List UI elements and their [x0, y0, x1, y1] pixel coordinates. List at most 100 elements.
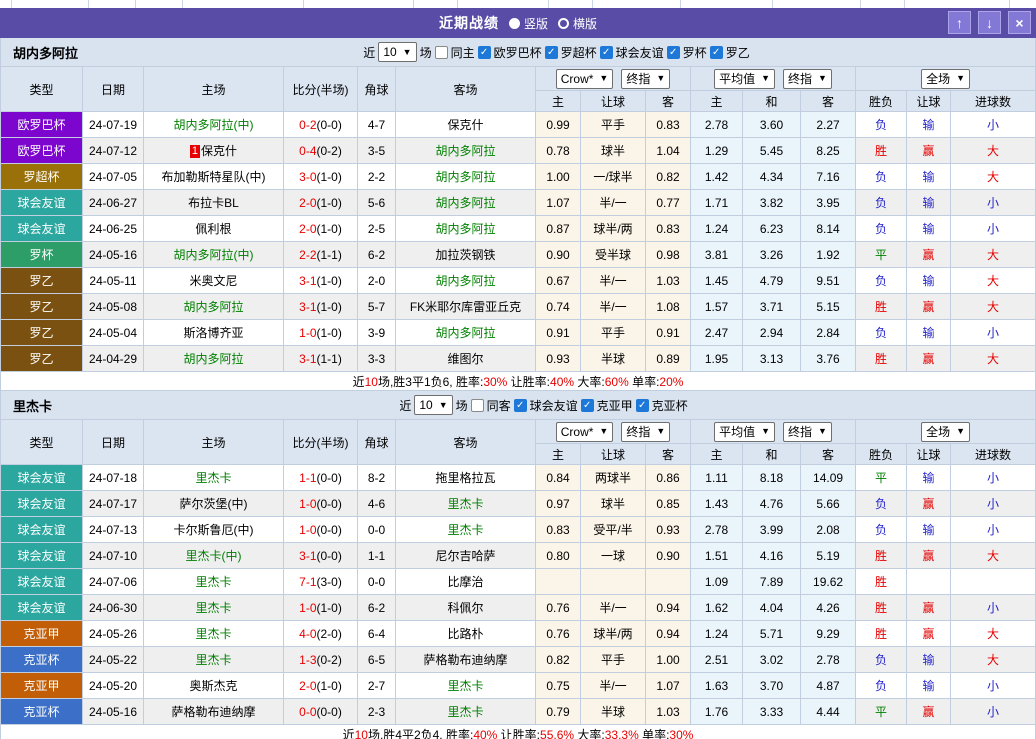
away-team-name[interactable]: 里杰卡	[447, 705, 483, 719]
away-team-name[interactable]: FK米耶尔库雷亚丘克	[410, 300, 521, 314]
league-filter-checkbox[interactable]: ✓	[636, 399, 649, 412]
away-team[interactable]: 里杰卡	[396, 517, 536, 543]
home-team[interactable]: 萨尔茨堡(中)	[144, 491, 284, 517]
away-team-name[interactable]: 里杰卡	[447, 679, 483, 693]
away-team[interactable]: 胡内多阿拉	[396, 190, 536, 216]
home-team-name[interactable]: 胡内多阿拉	[183, 352, 243, 366]
odds-final-select[interactable]: 终指▼	[783, 69, 832, 89]
away-team[interactable]: 里杰卡	[396, 491, 536, 517]
vertical-view-option[interactable]: 竖版	[509, 15, 548, 32]
home-team-name[interactable]: 里杰卡	[195, 653, 231, 667]
home-team-name[interactable]: 胡内多阿拉	[183, 300, 243, 314]
handicap-final-select[interactable]: 终指▼	[621, 69, 670, 89]
away-team-name[interactable]: 胡内多阿拉	[435, 222, 495, 236]
league-filter-checkbox[interactable]: ✓	[514, 399, 527, 412]
league-filter-checkbox[interactable]: ✓	[581, 399, 594, 412]
home-team[interactable]: 萨格勒布迪纳摩	[144, 699, 284, 725]
home-team-name[interactable]: 布加勒斯特星队(中)	[162, 170, 266, 184]
home-team-name[interactable]: 萨尔茨堡(中)	[180, 497, 248, 511]
away-team-name[interactable]: 科佩尔	[447, 601, 483, 615]
home-team[interactable]: 1保克什	[144, 138, 284, 164]
away-team[interactable]: 胡内多阿拉	[396, 320, 536, 346]
horizontal-view-option[interactable]: 横版	[558, 15, 597, 32]
home-team-name[interactable]: 布拉卡BL	[188, 196, 239, 210]
away-team-name[interactable]: 比摩治	[447, 575, 483, 589]
home-team[interactable]: 胡内多阿拉(中)	[144, 242, 284, 268]
match-count-select[interactable]: 10▼	[414, 395, 452, 415]
away-team-name[interactable]: 里杰卡	[447, 523, 483, 537]
away-team[interactable]: 胡内多阿拉	[396, 268, 536, 294]
home-team-name[interactable]: 里杰卡	[195, 471, 231, 485]
same-venue-checkbox[interactable]	[435, 46, 448, 59]
home-team[interactable]: 里杰卡	[144, 647, 284, 673]
away-team[interactable]: 胡内多阿拉	[396, 164, 536, 190]
home-team-name[interactable]: 里杰卡	[195, 575, 231, 589]
home-team-name[interactable]: 萨格勒布迪纳摩	[171, 705, 255, 719]
home-team[interactable]: 佩利根	[144, 216, 284, 242]
home-team[interactable]: 里杰卡	[144, 465, 284, 491]
league-filter-checkbox[interactable]: ✓	[545, 46, 558, 59]
home-team-name[interactable]: 里杰卡	[195, 627, 231, 641]
away-team[interactable]: 保克什	[396, 112, 536, 138]
home-team-name[interactable]: 保克什	[201, 144, 237, 158]
close-button[interactable]: ×	[1008, 11, 1031, 34]
away-team-name[interactable]: 胡内多阿拉	[435, 196, 495, 210]
away-team-name[interactable]: 萨格勒布迪纳摩	[423, 653, 507, 667]
away-team-name[interactable]: 尼尔吉哈萨	[435, 549, 495, 563]
away-team[interactable]: 加拉茨钢铁	[396, 242, 536, 268]
away-team-name[interactable]: 胡内多阿拉	[435, 274, 495, 288]
away-team[interactable]: 胡内多阿拉	[396, 138, 536, 164]
home-team[interactable]: 里杰卡(中)	[144, 543, 284, 569]
home-team[interactable]: 米奥文尼	[144, 268, 284, 294]
away-team-name[interactable]: 里杰卡	[447, 497, 483, 511]
average-select[interactable]: 平均值▼	[714, 422, 775, 442]
home-team-name[interactable]: 卡尔斯鲁厄(中)	[174, 523, 254, 537]
scope-select[interactable]: 全场▼	[921, 422, 970, 442]
away-team[interactable]: 拖里格拉瓦	[396, 465, 536, 491]
away-team-name[interactable]: 胡内多阿拉	[435, 170, 495, 184]
down-button[interactable]: ↓	[978, 11, 1001, 34]
same-venue-checkbox[interactable]	[471, 399, 484, 412]
bookmaker-select[interactable]: Crow*▼	[556, 69, 614, 89]
away-team[interactable]: 比路朴	[396, 621, 536, 647]
home-team-name[interactable]: 米奥文尼	[189, 274, 237, 288]
away-team-name[interactable]: 比路朴	[447, 627, 483, 641]
up-button[interactable]: ↑	[948, 11, 971, 34]
away-team[interactable]: 尼尔吉哈萨	[396, 543, 536, 569]
away-team[interactable]: 比摩治	[396, 569, 536, 595]
home-team[interactable]: 布拉卡BL	[144, 190, 284, 216]
home-team[interactable]: 里杰卡	[144, 621, 284, 647]
home-team-name[interactable]: 里杰卡	[195, 601, 231, 615]
home-team-name[interactable]: 佩利根	[195, 222, 231, 236]
away-team[interactable]: 胡内多阿拉	[396, 216, 536, 242]
league-filter-checkbox[interactable]: ✓	[600, 46, 613, 59]
home-team[interactable]: 胡内多阿拉(中)	[144, 112, 284, 138]
league-filter-checkbox[interactable]: ✓	[710, 46, 723, 59]
home-team[interactable]: 斯洛博齐亚	[144, 320, 284, 346]
home-team[interactable]: 卡尔斯鲁厄(中)	[144, 517, 284, 543]
home-team[interactable]: 奥斯杰克	[144, 673, 284, 699]
league-filter-checkbox[interactable]: ✓	[478, 46, 491, 59]
league-filter-checkbox[interactable]: ✓	[667, 46, 680, 59]
home-team[interactable]: 里杰卡	[144, 595, 284, 621]
away-team[interactable]: 科佩尔	[396, 595, 536, 621]
home-team-name[interactable]: 胡内多阿拉(中)	[174, 248, 254, 262]
away-team-name[interactable]: 维图尔	[447, 352, 483, 366]
away-team[interactable]: 萨格勒布迪纳摩	[396, 647, 536, 673]
match-count-select[interactable]: 10▼	[378, 42, 416, 62]
handicap-final-select[interactable]: 终指▼	[621, 422, 670, 442]
away-team[interactable]: 里杰卡	[396, 673, 536, 699]
away-team-name[interactable]: 拖里格拉瓦	[435, 471, 495, 485]
home-team-name[interactable]: 里杰卡(中)	[186, 549, 242, 563]
away-team-name[interactable]: 保克什	[447, 118, 483, 132]
away-team-name[interactable]: 胡内多阿拉	[435, 144, 495, 158]
bookmaker-select[interactable]: Crow*▼	[556, 422, 614, 442]
home-team[interactable]: 胡内多阿拉	[144, 346, 284, 372]
away-team-name[interactable]: 胡内多阿拉	[435, 326, 495, 340]
home-team-name[interactable]: 奥斯杰克	[189, 679, 237, 693]
scope-select[interactable]: 全场▼	[921, 69, 970, 89]
away-team[interactable]: 维图尔	[396, 346, 536, 372]
odds-final-select[interactable]: 终指▼	[783, 422, 832, 442]
away-team[interactable]: FK米耶尔库雷亚丘克	[396, 294, 536, 320]
away-team-name[interactable]: 加拉茨钢铁	[435, 248, 495, 262]
